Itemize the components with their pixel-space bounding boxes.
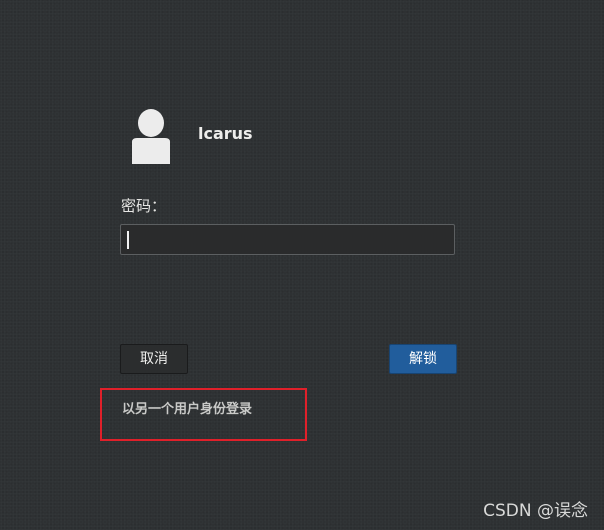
password-label: 密码： xyxy=(121,197,167,215)
cancel-button[interactable]: 取消 xyxy=(120,344,188,374)
unlock-button[interactable]: 解锁 xyxy=(389,344,457,374)
csdn-watermark: CSDN @误念 xyxy=(483,501,588,521)
username-label: lcarus xyxy=(198,124,253,143)
password-field-frame[interactable] xyxy=(120,224,455,255)
red-highlight-box xyxy=(100,388,307,441)
password-input[interactable] xyxy=(121,225,454,254)
user-avatar-icon xyxy=(128,108,174,166)
text-cursor xyxy=(127,231,129,249)
